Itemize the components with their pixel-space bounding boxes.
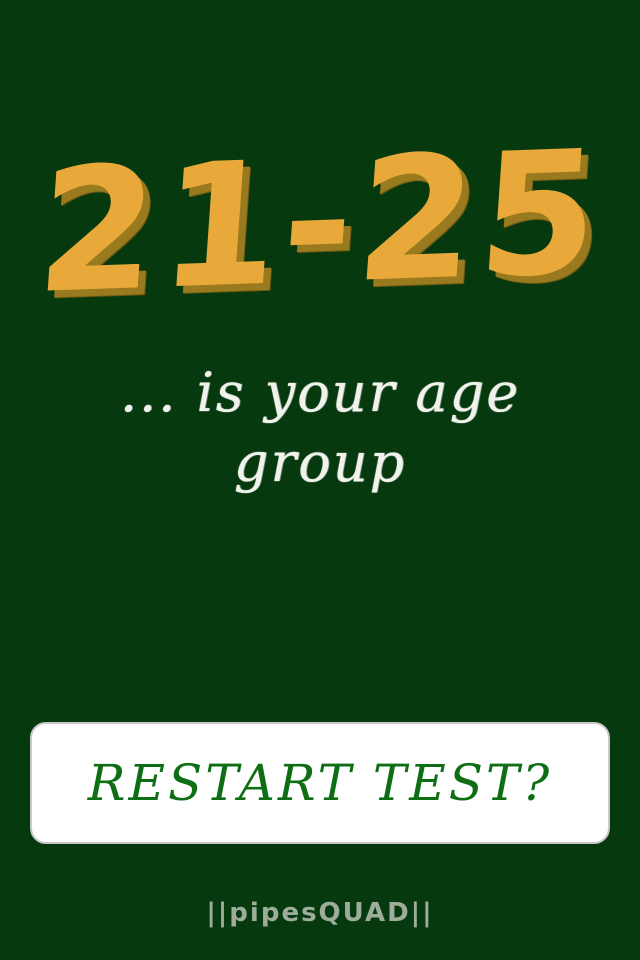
age-range-result: 21-25 — [31, 113, 609, 333]
restart-test-button[interactable]: RESTART TEST? — [30, 722, 610, 844]
brand-logo-text: ||pipesQUAD|| — [206, 898, 434, 928]
caption-line-2: group — [233, 431, 407, 494]
caption-line-1: ... is your age — [119, 361, 521, 424]
restart-test-label: RESTART TEST? — [87, 754, 553, 812]
result-caption: ... is your age group — [60, 358, 580, 498]
result-screen: 21-25 ... is your age group RESTART TEST… — [0, 0, 640, 960]
